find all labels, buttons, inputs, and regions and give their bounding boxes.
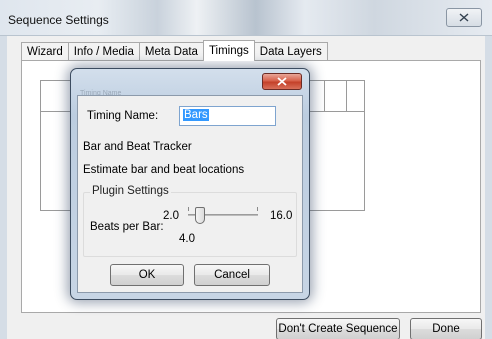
window-titlebar[interactable]: Sequence Settings [0,0,492,36]
tab-meta-data[interactable]: Meta Data [138,42,204,61]
beats-per-bar-slider-thumb[interactable] [195,207,205,224]
close-icon [459,13,469,22]
slider-tick-end [257,207,258,211]
slider-min-label: 2.0 [163,210,179,222]
slider-value-label: 4.0 [179,233,195,245]
window-close-button[interactable] [446,8,482,27]
tab-info-media[interactable]: Info / Media [67,42,140,61]
window-left-edge [0,36,7,339]
close-icon [277,77,287,86]
tab-wizard[interactable]: Wizard [21,42,69,61]
dont-create-sequence-button[interactable]: Don't Create Sequence [276,318,400,339]
window-right-edge [485,36,492,339]
slider-tick-start [188,207,189,211]
plugin-description: Estimate bar and beat locations [83,164,245,176]
ok-button[interactable]: OK [110,264,184,286]
timing-name-value: Bars [183,109,209,121]
beats-per-bar-label: Beats per Bar: [90,221,164,233]
grid-column-divider [324,81,325,111]
tab-data-layers[interactable]: Data Layers [253,42,328,61]
tab-timings[interactable]: Timings [202,40,255,61]
plugin-name: Bar and Beat Tracker [83,141,192,153]
done-button[interactable]: Done [410,318,482,339]
timing-name-label: Timing Name: [87,110,159,122]
timing-name-input[interactable]: Bars [179,106,276,126]
window-title: Sequence Settings [8,13,109,27]
dialog-close-button[interactable] [262,73,302,90]
slider-max-label: 16.0 [270,210,293,222]
plugin-settings-title: Plugin Settings [90,185,171,197]
tab-bar: Wizard Info / Media Meta Data Timings Da… [21,40,328,61]
cancel-button[interactable]: Cancel [194,264,270,286]
grid-column-divider [346,81,347,111]
